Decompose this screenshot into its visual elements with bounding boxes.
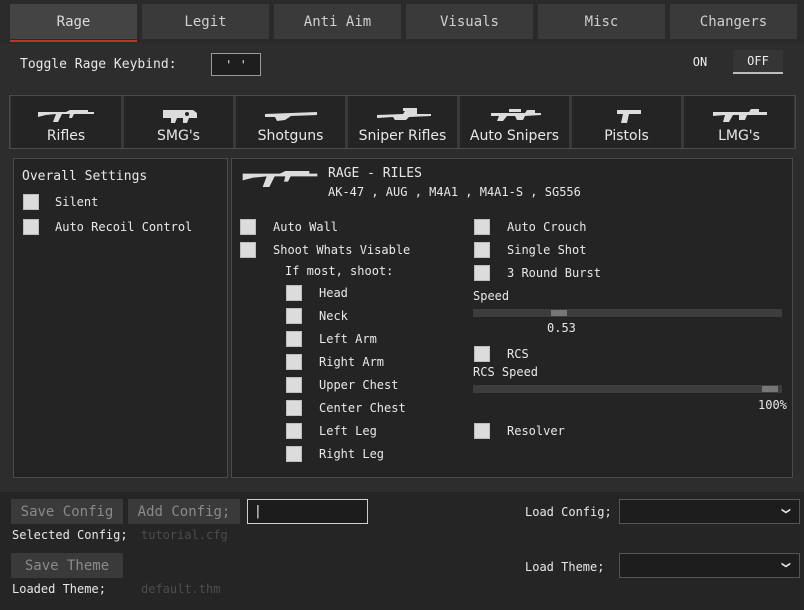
rcs-speed-value: 100% bbox=[758, 398, 787, 412]
tab-anti-aim[interactable]: Anti Aim bbox=[274, 4, 401, 39]
overall-settings-title: Overall Settings bbox=[22, 169, 148, 184]
weapon-label: Pistols bbox=[604, 128, 649, 144]
resolver-checkbox[interactable] bbox=[474, 423, 490, 439]
hitbox-label: Right Arm bbox=[319, 355, 385, 369]
speed-slider[interactable] bbox=[473, 309, 782, 317]
toggle-on-button[interactable]: ON bbox=[681, 50, 719, 74]
silent-checkbox[interactable] bbox=[23, 194, 39, 210]
sniper-rifle-icon bbox=[376, 108, 431, 120]
smg-icon bbox=[162, 110, 197, 123]
save-config-button[interactable]: Save Config bbox=[11, 499, 123, 524]
rifle-icon bbox=[242, 171, 318, 187]
weapon-label: LMG's bbox=[718, 128, 760, 144]
tab-changers[interactable]: Changers bbox=[670, 4, 797, 39]
round-burst-checkbox[interactable] bbox=[474, 265, 490, 281]
loaded-theme-label: Loaded Theme; bbox=[12, 582, 106, 596]
hitbox-left-arm-checkbox[interactable] bbox=[286, 331, 302, 347]
weapon-tab-pistols[interactable]: Pistols bbox=[572, 96, 681, 148]
hitbox-right-leg-checkbox[interactable] bbox=[286, 446, 302, 462]
hitbox-label: Center Chest bbox=[319, 401, 406, 415]
single-shot-checkbox[interactable] bbox=[474, 242, 490, 258]
hitbox-left-leg-checkbox[interactable] bbox=[286, 423, 302, 439]
weapon-label: SMG's bbox=[157, 128, 200, 144]
weapon-tab-smgs[interactable]: SMG's bbox=[124, 96, 233, 148]
speed-slider-handle[interactable] bbox=[551, 310, 568, 316]
auto-wall-checkbox[interactable] bbox=[240, 219, 256, 235]
load-config-label: Load Config; bbox=[525, 505, 612, 519]
weapon-tab-sniper-rifles[interactable]: Sniper Rifles bbox=[348, 96, 457, 148]
pistol-icon bbox=[616, 110, 641, 123]
speed-value: 0.53 bbox=[547, 321, 576, 335]
round-burst-label: 3 Round Burst bbox=[507, 266, 601, 280]
if-most-label: If most, shoot: bbox=[285, 264, 394, 278]
hitbox-center-chest-checkbox[interactable] bbox=[286, 400, 302, 416]
loaded-theme-value: default.thm bbox=[141, 582, 221, 596]
weapon-tab-lmgs[interactable]: LMG's bbox=[684, 96, 794, 148]
hitbox-label: Left Leg bbox=[319, 424, 377, 438]
hitbox-label: Neck bbox=[319, 309, 348, 323]
rifle-icon bbox=[38, 110, 94, 122]
weapon-label: Rifles bbox=[46, 128, 86, 144]
hitbox-neck-checkbox[interactable] bbox=[286, 308, 302, 324]
auto-recoil-label: Auto Recoil Control bbox=[55, 220, 193, 234]
keybind-label: Toggle Rage Keybind: bbox=[20, 57, 177, 72]
selected-config-label: Selected Config; bbox=[12, 528, 128, 542]
rcs-speed-label: RCS Speed bbox=[473, 365, 539, 379]
tab-misc[interactable]: Misc bbox=[538, 4, 665, 39]
chevron-down-icon: ❯ bbox=[779, 507, 794, 515]
shotgun-icon bbox=[264, 112, 317, 121]
lmg-icon bbox=[713, 109, 767, 122]
hitbox-label: Right Leg bbox=[319, 447, 385, 461]
load-theme-dropdown[interactable]: ❯ bbox=[619, 553, 800, 578]
toggle-off-button[interactable]: OFF bbox=[733, 50, 783, 74]
weapon-tab-shotguns[interactable]: Shotguns bbox=[236, 96, 345, 148]
shoot-visible-checkbox[interactable] bbox=[240, 242, 256, 258]
single-shot-label: Single Shot bbox=[507, 243, 587, 257]
rcs-checkbox[interactable] bbox=[474, 346, 490, 362]
weapon-tab-auto-snipers[interactable]: Auto Snipers bbox=[460, 96, 569, 148]
overall-settings-panel bbox=[13, 158, 228, 478]
weapon-label: Sniper Rifles bbox=[358, 128, 447, 144]
chevron-down-icon: ❯ bbox=[779, 561, 794, 569]
hitbox-label: Left Arm bbox=[319, 332, 377, 346]
tab-rage[interactable]: Rage bbox=[10, 4, 137, 42]
save-theme-button[interactable]: Save Theme bbox=[11, 553, 123, 578]
hitbox-label: Head bbox=[319, 286, 348, 300]
silent-label: Silent bbox=[55, 195, 99, 209]
auto-crouch-label: Auto Crouch bbox=[507, 220, 587, 234]
hitbox-head-checkbox[interactable] bbox=[286, 285, 302, 301]
hitbox-upper-chest-checkbox[interactable] bbox=[286, 377, 302, 393]
speed-label: Speed bbox=[473, 289, 510, 303]
selected-config-value: tutorial.cfg bbox=[141, 528, 228, 542]
auto-crouch-checkbox[interactable] bbox=[474, 219, 490, 235]
rage-weapons-list: AK-47 , AUG , M4A1 , M4A1-S , SG556 bbox=[328, 185, 581, 199]
resolver-label: Resolver bbox=[507, 424, 565, 438]
tab-visuals[interactable]: Visuals bbox=[406, 4, 533, 39]
rage-title: RAGE - RILES bbox=[328, 166, 422, 181]
shoot-visible-label: Shoot Whats Visable bbox=[273, 243, 411, 257]
hitbox-label: Upper Chest bbox=[319, 378, 399, 392]
weapon-label: Auto Snipers bbox=[469, 128, 560, 144]
load-config-dropdown[interactable]: ❯ bbox=[619, 499, 800, 524]
auto-recoil-checkbox[interactable] bbox=[23, 219, 39, 235]
weapon-tab-rifles[interactable]: Rifles bbox=[11, 96, 121, 148]
hitbox-right-arm-checkbox[interactable] bbox=[286, 354, 302, 370]
tab-legit[interactable]: Legit bbox=[142, 4, 269, 39]
weapon-label: Shotguns bbox=[257, 128, 324, 144]
auto-sniper-icon bbox=[490, 109, 541, 121]
load-theme-label: Load Theme; bbox=[525, 560, 605, 574]
rcs-speed-slider[interactable] bbox=[473, 385, 782, 393]
config-name-input[interactable]: | bbox=[247, 499, 368, 524]
add-config-button[interactable]: Add Config; bbox=[128, 499, 240, 524]
rcs-label: RCS bbox=[507, 347, 529, 361]
keybind-input[interactable]: ' ' bbox=[211, 53, 261, 76]
auto-wall-label: Auto Wall bbox=[273, 220, 339, 234]
rcs-speed-slider-handle[interactable] bbox=[762, 386, 778, 392]
